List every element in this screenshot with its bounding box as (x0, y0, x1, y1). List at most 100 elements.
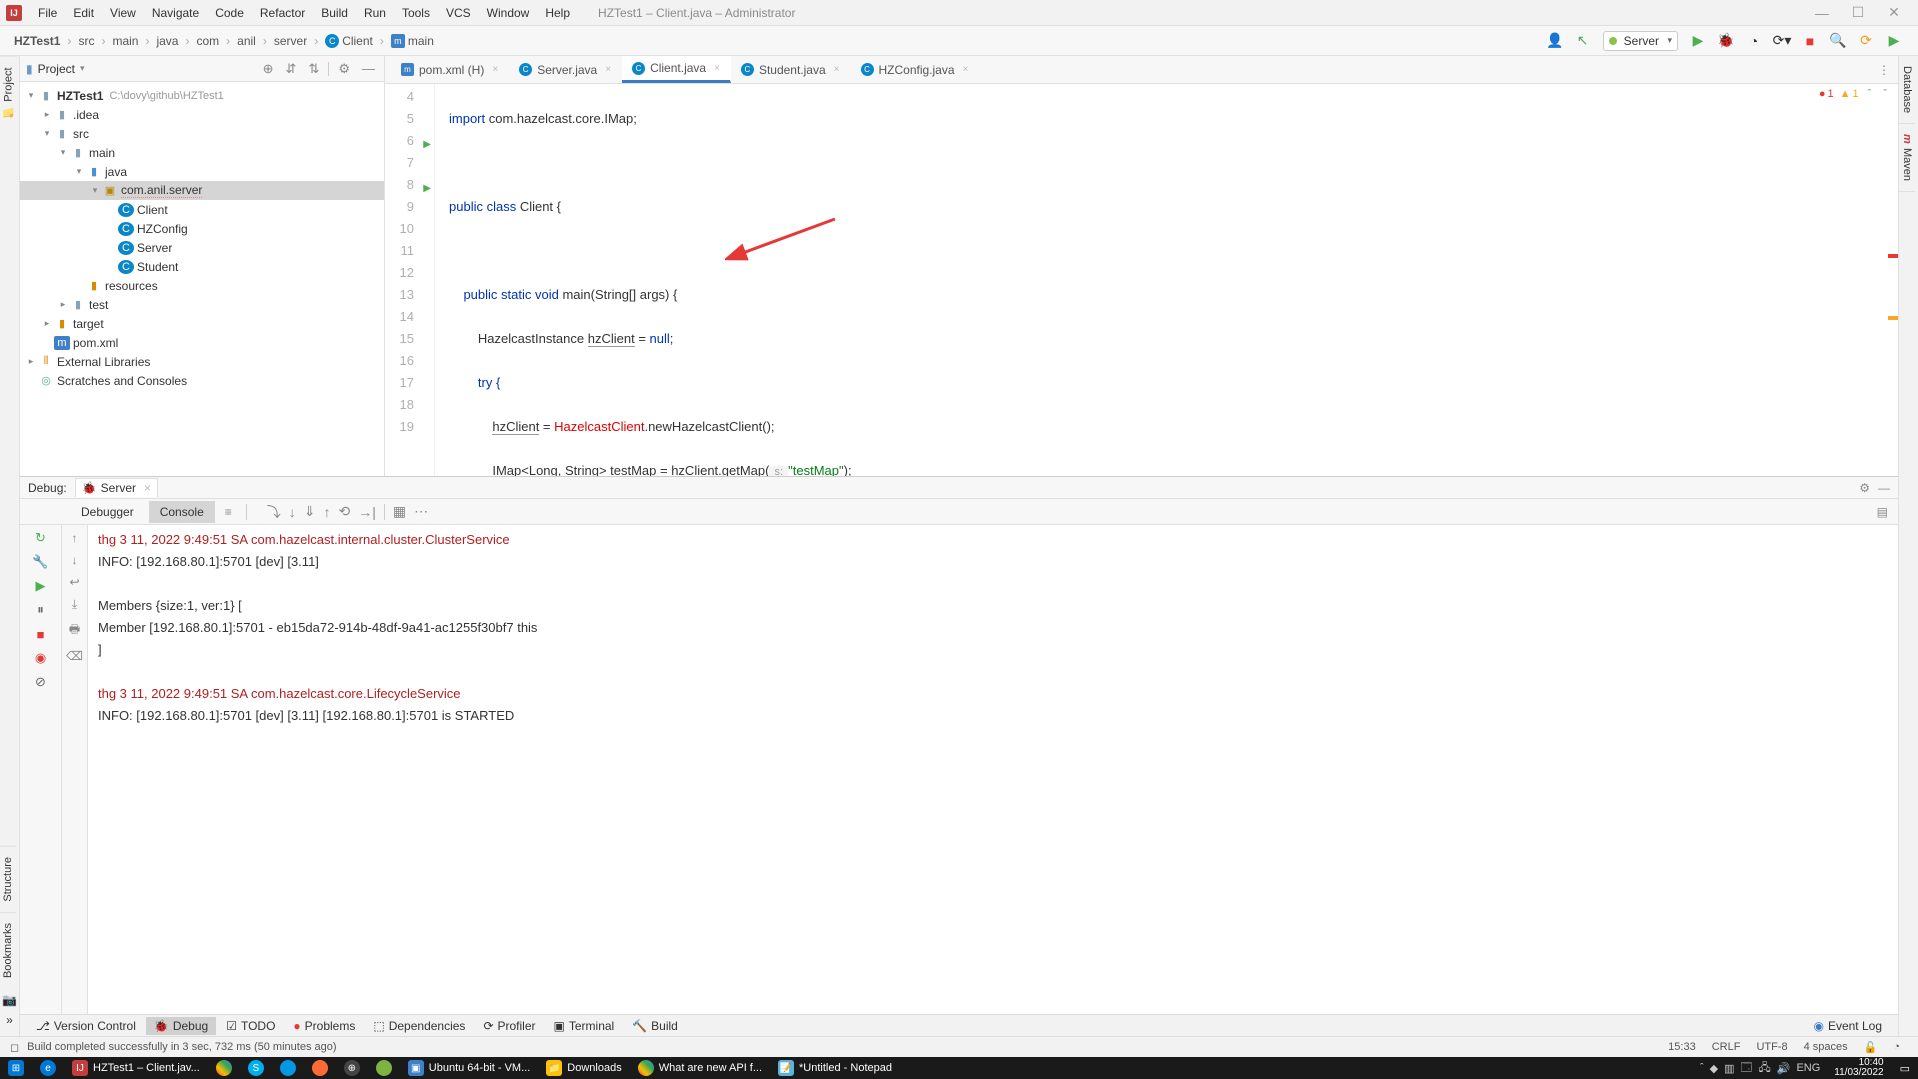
expand-all-icon[interactable]: ⇵ (283, 61, 300, 77)
taskbar-downloads[interactable]: 📁Downloads (538, 1057, 629, 1079)
file-encoding[interactable]: UTF-8 (1756, 1041, 1787, 1053)
view-breakpoints-icon[interactable]: ◉ (32, 649, 50, 667)
trace-icon[interactable]: ⋯ (414, 503, 428, 520)
tree-pom[interactable]: mpom.xml (20, 333, 384, 352)
tree-student[interactable]: CStudent (20, 257, 384, 276)
btab-todo[interactable]: ☑ TODO (218, 1017, 283, 1035)
print-icon[interactable]: 🖶 (69, 620, 80, 641)
start-button[interactable]: ⊞ (0, 1057, 32, 1079)
menu-tools[interactable]: Tools (394, 2, 438, 24)
drop-frame-icon[interactable]: ⟲ (339, 503, 351, 520)
coverage-button[interactable]: ◔ (1742, 29, 1766, 53)
maximize-button[interactable]: ☐ (1840, 4, 1876, 21)
memory-icon[interactable]: ◔ (1893, 1041, 1900, 1053)
line-separator[interactable]: CRLF (1712, 1041, 1741, 1053)
taskbar-intellij[interactable]: IJHZTest1 – Client.jav... (64, 1057, 208, 1079)
project-view-label[interactable]: Project (38, 62, 75, 76)
stripe-camera-icon[interactable]: 📷 (2, 992, 18, 1008)
tab-client[interactable]: CClient.java× (622, 56, 731, 83)
taskbar-app3[interactable]: ⊕ (336, 1057, 368, 1079)
system-tray[interactable]: ˆ ◆ ▥ 🗔 🖧 🔊 ENG (1694, 1059, 1826, 1078)
next-highlight-icon[interactable]: ˇ (1880, 88, 1890, 100)
taskbar-app4[interactable] (368, 1057, 400, 1079)
tab-hzconfig[interactable]: CHZConfig.java× (851, 56, 980, 83)
soft-wrap-icon[interactable]: ↩ (69, 575, 79, 589)
debug-config-tab[interactable]: 🐞Server× (75, 478, 158, 497)
stripe-project-tab[interactable]: 📁Project (0, 56, 17, 129)
run-config-selector[interactable]: Server (1603, 31, 1678, 51)
readonly-icon[interactable]: 🔓 (1864, 1041, 1878, 1054)
breadcrumb-class[interactable]: CClient (321, 32, 377, 50)
step-over-icon[interactable]: ⤵ (267, 502, 281, 522)
stop-icon[interactable]: ■ (32, 625, 50, 643)
menu-file[interactable]: File (30, 2, 65, 24)
taskbar-skype[interactable]: S (240, 1057, 272, 1079)
breadcrumb-root[interactable]: HZTest1 (10, 32, 64, 50)
layout-icon[interactable]: ▤ (1867, 505, 1898, 519)
prev-highlight-icon[interactable]: ˆ (1865, 88, 1875, 100)
ide-update-icon[interactable]: ▶ (1882, 29, 1906, 53)
modify-run-icon[interactable]: 🔧 (32, 553, 50, 571)
profile-button[interactable]: ⟳▾ (1770, 29, 1794, 53)
btab-build[interactable]: 🔨 Build (624, 1017, 686, 1035)
hide-panel-icon[interactable]: — (1878, 481, 1890, 495)
tree-test[interactable]: ▸▮test (20, 295, 384, 314)
tree-java[interactable]: ▾▮java (20, 162, 384, 181)
btab-vcs[interactable]: ⎇ Version Control (28, 1017, 144, 1035)
btab-debug[interactable]: 🐞Debug (146, 1017, 216, 1035)
debug-button[interactable]: 🐞 (1714, 29, 1738, 53)
tree-target[interactable]: ▸▮target (20, 314, 384, 333)
minimize-button[interactable]: — (1804, 5, 1840, 21)
close-icon[interactable]: × (492, 64, 498, 75)
warning-indicator[interactable]: ▲ 1 (1840, 88, 1859, 100)
close-icon[interactable]: × (963, 64, 969, 75)
pause-icon[interactable]: ⏸ (32, 601, 50, 619)
add-user-icon[interactable]: 👤 (1543, 29, 1567, 53)
evaluate-icon[interactable]: ▦ (393, 503, 406, 520)
resume-icon[interactable]: ▶ (32, 577, 50, 595)
status-square-icon[interactable]: ◻ (10, 1041, 19, 1054)
tab-server[interactable]: CServer.java× (509, 56, 622, 83)
stripe-bookmarks-tab[interactable]: Bookmarks (0, 912, 16, 988)
run-to-cursor-icon[interactable]: →| (358, 504, 376, 520)
breadcrumb[interactable]: java (152, 32, 182, 50)
tab-pom[interactable]: mpom.xml (H)× (391, 56, 509, 83)
rerun-icon[interactable]: ↻ (32, 529, 50, 547)
breadcrumb-method[interactable]: mmain (387, 32, 438, 50)
editor-body[interactable]: 4 5 6 7 8 9 10 11 12 13 14 15 16 17 18 1… (385, 84, 1898, 476)
taskbar-notepad[interactable]: 📝*Untitled - Notepad (770, 1057, 900, 1079)
taskbar-chrome2[interactable]: What are new API f... (630, 1057, 770, 1079)
stripe-more-icon[interactable]: » (2, 1012, 18, 1028)
breadcrumb[interactable]: main (108, 32, 142, 50)
step-out-icon[interactable]: ↑ (324, 504, 331, 520)
collapse-all-icon[interactable]: ⇅ (305, 61, 322, 77)
tray-volume-icon[interactable]: 🔊 (1777, 1062, 1791, 1075)
tab-student[interactable]: CStudent.java× (731, 56, 851, 83)
taskbar-clock[interactable]: 10:40 11/03/2022 (1826, 1058, 1891, 1078)
inspections-widget[interactable]: ● 1 ▲ 1 ˆ ˇ (1819, 88, 1890, 100)
menu-vcs[interactable]: VCS (438, 2, 479, 24)
caret-position[interactable]: 15:33 (1668, 1041, 1696, 1053)
menu-refactor[interactable]: Refactor (252, 2, 313, 24)
step-into-icon[interactable]: ↓ (289, 504, 296, 520)
btab-eventlog[interactable]: ◉ Event Log (1805, 1017, 1890, 1035)
gutter[interactable]: 4 5 6 7 8 9 10 11 12 13 14 15 16 17 18 1… (385, 84, 435, 476)
back-icon[interactable]: ↖ (1571, 29, 1595, 53)
stripe-structure-tab[interactable]: Structure (0, 846, 16, 912)
tray-lang[interactable]: ENG (1796, 1062, 1820, 1074)
menu-help[interactable]: Help (537, 2, 578, 24)
tray-icon[interactable]: 🗔 (1741, 1059, 1753, 1078)
project-tree[interactable]: ▾▮HZTest1C:\dovy\github\HZTest1 ▸▮.idea … (20, 82, 384, 394)
threads-icon[interactable]: ≡ (219, 505, 238, 519)
tree-package[interactable]: ▾▣com.anil.server (20, 181, 384, 200)
menu-navigate[interactable]: Navigate (144, 2, 207, 24)
stripe-maven-tab[interactable]: mMaven (1899, 124, 1915, 192)
breadcrumb[interactable]: com (192, 32, 223, 50)
tree-server[interactable]: CServer (20, 238, 384, 257)
tree-external-libs[interactable]: ▸⫴External Libraries (20, 352, 384, 371)
up-icon[interactable]: ↑ (72, 531, 78, 545)
hide-panel-icon[interactable]: — (359, 61, 378, 76)
force-step-into-icon[interactable]: ⇓ (304, 503, 316, 520)
run-button[interactable]: ▶ (1686, 29, 1710, 53)
stripe-database-tab[interactable]: Database (1899, 56, 1915, 124)
